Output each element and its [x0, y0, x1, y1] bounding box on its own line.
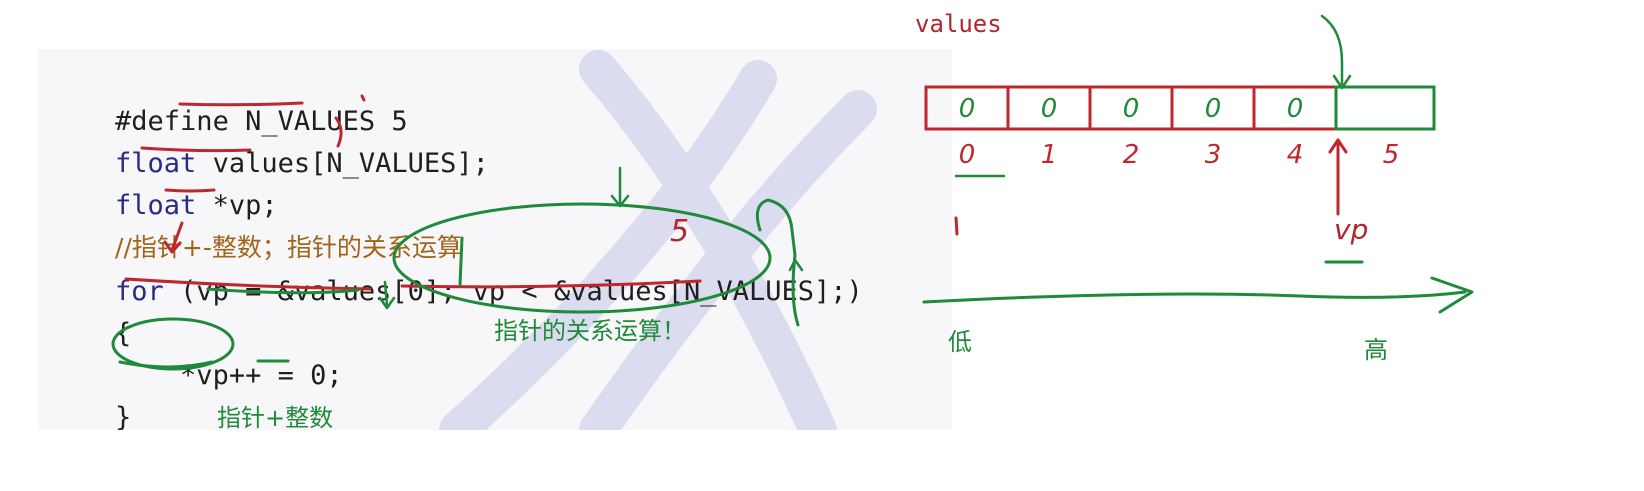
- red-tick-index0: [954, 216, 959, 236]
- array-index-label: 1: [1041, 140, 1058, 170]
- array-cell-value: 0: [959, 94, 976, 124]
- underline-init: [124, 277, 372, 291]
- array-index-label: 4: [1287, 140, 1304, 170]
- array-index-label: 0: [959, 140, 976, 170]
- array-cell: [1334, 85, 1436, 131]
- address-axis-line: [922, 290, 1467, 304]
- red-dot: [360, 94, 366, 102]
- array-indices: 0 1 2 3 4 5: [959, 140, 1400, 170]
- underline-nvalues: [178, 101, 304, 107]
- array-cell-value: 0: [1123, 94, 1140, 124]
- array-index-label: 2: [1123, 140, 1140, 170]
- green-arrow-semicolon: [378, 280, 396, 310]
- red-arrow-assign: [163, 221, 184, 254]
- green-curve-right: [755, 198, 800, 327]
- underline-condition: [400, 279, 702, 289]
- green-arrow-into-cell5: [1320, 14, 1352, 90]
- array-cell-value: 0: [1205, 94, 1222, 124]
- underline-values: [140, 146, 252, 153]
- underline-vp: [164, 188, 216, 193]
- green-arrowhead-right: [788, 258, 804, 272]
- array-cell-value: 0: [1287, 94, 1304, 124]
- red-mark-five: [334, 116, 343, 148]
- green-arrow-down-top: [610, 166, 630, 208]
- handwriting-overlay: 0 0 0 0 0 0 1 2 3 4 5: [111, 14, 1474, 371]
- array-index-label: 5: [1383, 140, 1400, 170]
- vp-pointer-arrow: [1328, 138, 1348, 216]
- array-cells: 0 0 0 0 0: [924, 85, 1436, 131]
- green-ellipse-condition: [392, 202, 772, 314]
- array-cell-value: 0: [1041, 94, 1058, 124]
- green-mark-lt: [458, 236, 464, 287]
- array-index-label: 3: [1205, 140, 1222, 170]
- green-circle-vpplusplus: [111, 317, 235, 371]
